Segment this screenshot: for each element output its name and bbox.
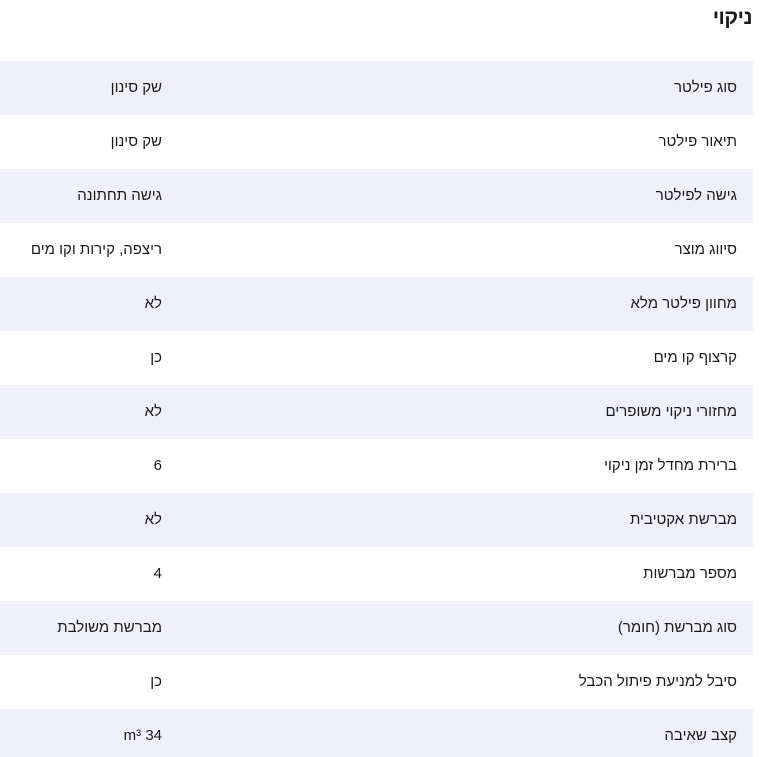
spec-label: סיווג מוצר [674, 241, 737, 258]
spec-row-default-cleaning-time: ברירת מחדל זמן ניקוי 6 [0, 439, 753, 493]
spec-row-enhanced-cleaning-cycles: מחזורי ניקוי משופרים לא [0, 385, 753, 439]
spec-row-full-filter-indicator: מחוון פילטר מלא לא [0, 277, 753, 331]
spec-label: סיבל למניעת פיתול הכבל [578, 673, 737, 690]
spec-value: 4 [153, 565, 162, 582]
spec-value: לא [144, 295, 162, 312]
spec-value: כן [150, 673, 162, 690]
spec-label: מחזורי ניקוי משופרים [605, 403, 737, 420]
spec-value: כן [150, 349, 162, 366]
spec-value: מברשת משולבת [57, 619, 162, 636]
spec-value: גישה תחתונה [77, 187, 162, 204]
spec-label: סוג פילטר [673, 79, 737, 96]
section-title: ניקוי [712, 6, 753, 29]
spec-label: גישה לפילטר [655, 187, 737, 204]
spec-label: מחוון פילטר מלא [630, 295, 737, 312]
spec-row-brush-count: מספר מברשות 4 [0, 547, 753, 601]
spec-row-suction-rate: קצב שאיבה 34 m³ [0, 709, 753, 757]
spec-row-waterline-scrubbing: קרצוף קו מים כן [0, 331, 753, 385]
spec-label: קרצוף קו מים [653, 349, 737, 366]
spec-row-product-classification: סיווג מוצר ריצפה, קירות וקו מים [0, 223, 753, 277]
spec-value: לא [144, 511, 162, 528]
spec-row-filter-access: גישה לפילטר גישה תחתונה [0, 169, 753, 223]
spec-value: לא [144, 403, 162, 420]
spec-row-anti-tangle-swivel: סיבל למניעת פיתול הכבל כן [0, 655, 753, 709]
spec-row-filter-type: סוג פילטר שק סינון [0, 61, 753, 115]
spec-value: ריצפה, קירות וקו מים [30, 241, 162, 258]
spec-row-brush-material: סוג מברשת (חומר) מברשת משולבת [0, 601, 753, 655]
spec-label: קצב שאיבה [664, 727, 737, 744]
spec-label: תיאור פילטר [658, 133, 737, 150]
spec-label: ברירת מחדל זמן ניקוי [604, 457, 737, 474]
spec-label: מברשת אקטיבית [629, 511, 737, 528]
spec-label: מספר מברשות [643, 565, 737, 582]
spec-value: 34 m³ [123, 727, 162, 744]
spec-label: סוג מברשת (חומר) [617, 619, 737, 636]
spec-row-active-brush: מברשת אקטיבית לא [0, 493, 753, 547]
spec-value: 6 [153, 457, 162, 474]
specifications-table: סוג פילטר שק סינון תיאור פילטר שק סינון … [0, 61, 753, 757]
spec-value: שק סינון [110, 79, 162, 96]
spec-value: שק סינון [110, 133, 162, 150]
spec-row-filter-description: תיאור פילטר שק סינון [0, 115, 753, 169]
